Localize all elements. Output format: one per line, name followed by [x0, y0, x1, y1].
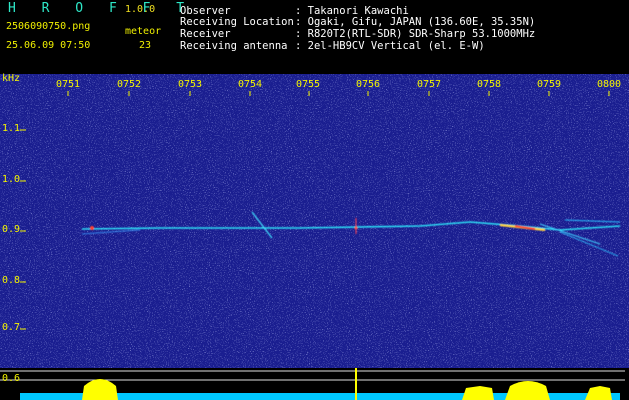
- location-label: Receiving Location: [180, 16, 294, 28]
- observer-value: : Takanori Kawachi: [295, 5, 409, 17]
- x-tick-label: 0758: [477, 79, 502, 90]
- x-tick-label: 0753: [178, 79, 203, 90]
- meteor-count: 23: [139, 40, 152, 51]
- receiver-value: : R820T2(RTL-SDR) SDR-Sharp 53.1000MHz: [295, 28, 536, 40]
- y-tick-label: 0.7: [2, 322, 21, 333]
- hot-spot-left: [90, 226, 94, 230]
- x-tick-label: 0800: [597, 79, 622, 90]
- x-tick-label: 0759: [537, 79, 562, 90]
- y-tick-label: 1.1: [2, 123, 21, 134]
- antenna-label: Receiving antenna: [180, 40, 288, 52]
- signal-level-hump-2: [462, 386, 494, 400]
- x-tick-label: 0754: [238, 79, 263, 90]
- file-name: 2506090750.png: [6, 21, 91, 32]
- app-title: H R O F F T: [8, 1, 194, 16]
- location-value: : Ogaki, Gifu, JAPAN (136.60E, 35.35N): [295, 16, 536, 28]
- datetime: 25.06.09 07:50: [6, 40, 91, 51]
- spectrogram-noise: [0, 74, 629, 400]
- y-tick-label: 0.8: [2, 275, 21, 286]
- x-tick-label: 0756: [356, 79, 381, 90]
- x-tick-label: 0751: [56, 79, 81, 90]
- spectrogram: [0, 74, 629, 400]
- detection-label: meteor: [125, 26, 162, 37]
- y-tick-label: 1.0: [2, 174, 21, 185]
- antenna-value: : 2el-HB9CV Vertical (el. E-W): [295, 40, 485, 52]
- x-tick-label: 0752: [117, 79, 142, 90]
- x-tick-label: 0755: [296, 79, 321, 90]
- receiver-label: Receiver: [180, 28, 231, 40]
- y-tick-label: 0.9: [2, 224, 21, 235]
- observer-label: Observer: [180, 5, 231, 17]
- x-tick-label: 0757: [417, 79, 442, 90]
- header-panel: H R O F F T 1.0.0 2506090750.png meteor …: [0, 0, 629, 74]
- y-tick-label: 0.6: [2, 373, 21, 384]
- app-version: 1.0.0: [125, 4, 156, 15]
- y-axis-unit: kHz: [2, 73, 21, 84]
